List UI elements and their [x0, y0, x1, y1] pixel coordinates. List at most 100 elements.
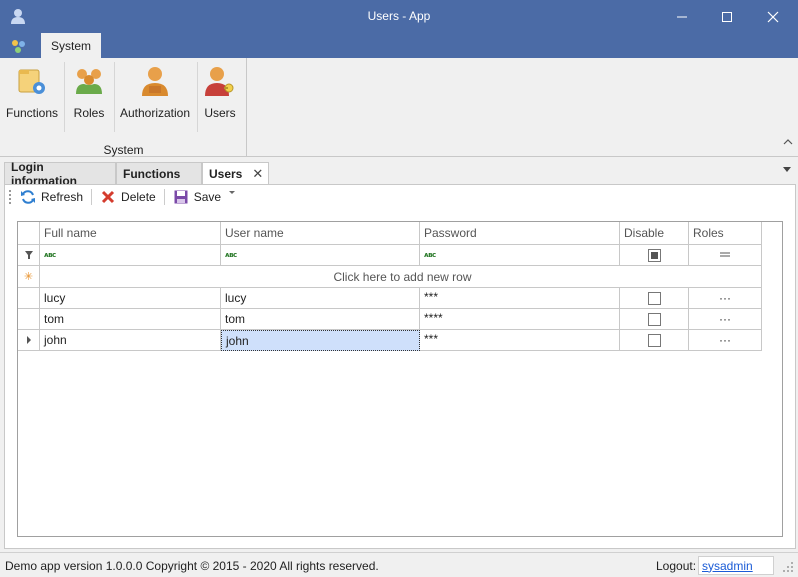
filter-row-indicator — [18, 245, 40, 266]
row-indicator[interactable] — [18, 288, 40, 309]
maximize-icon — [722, 11, 732, 22]
new-row-star-icon: ✳ — [23, 271, 34, 283]
save-label: Save — [193, 190, 222, 204]
close-button[interactable] — [750, 0, 796, 33]
indeterminate-checkbox[interactable] — [647, 248, 661, 262]
version-text: Demo app version 1.0.0.0 Copyright © 201… — [5, 559, 379, 573]
cell-disable[interactable] — [620, 330, 689, 351]
ribbon-panel: Functions Roles Authorization Users Syst… — [0, 58, 798, 157]
column-header-disable[interactable]: Disable — [620, 222, 689, 245]
cell-password[interactable]: *** — [420, 288, 620, 309]
cell-disable[interactable] — [620, 288, 689, 309]
user-key-icon — [205, 67, 234, 96]
save-dropdown-icon[interactable] — [227, 189, 243, 205]
logout-user-link[interactable]: sysadmin — [698, 556, 774, 575]
filter-password[interactable]: ᴀʙᴄ — [420, 245, 620, 266]
tab-login-information[interactable]: Login information — [4, 160, 116, 188]
title-bar: Users - App — [0, 0, 798, 33]
ribbon-group-label: System — [103, 143, 144, 157]
save-button[interactable]: Save — [173, 189, 248, 205]
user-dx-icon — [142, 67, 168, 96]
new-item-row[interactable]: ✳ Click here to add new row — [18, 266, 762, 288]
cell-roles-button[interactable]: ··· — [689, 288, 762, 309]
new-row-prompt[interactable]: Click here to add new row — [40, 266, 762, 288]
minimize-button[interactable] — [659, 0, 705, 33]
cell-user-name[interactable]: lucy — [221, 288, 420, 309]
row-indicator[interactable] — [18, 309, 40, 330]
save-icon — [174, 190, 188, 204]
text-filter-icon: ᴀʙᴄ — [44, 251, 56, 259]
delete-button[interactable]: Delete — [100, 189, 156, 205]
cell-disable[interactable] — [620, 309, 689, 330]
users-button[interactable]: Users — [202, 64, 238, 124]
filter-disable[interactable] — [620, 245, 689, 266]
row-indicator[interactable] — [18, 330, 40, 351]
focused-row-arrow-icon — [26, 336, 31, 344]
roles-button[interactable]: Roles — [70, 64, 108, 124]
cell-roles-button[interactable]: ··· — [689, 330, 762, 351]
delete-icon — [101, 190, 115, 204]
filter-row: ᴀʙᴄ ᴀʙᴄ ᴀʙᴄ — [18, 245, 762, 266]
authorization-label: Authorization — [119, 106, 191, 120]
cell-user-name-focused[interactable]: john — [221, 330, 420, 351]
column-header-user-name[interactable]: User name — [221, 222, 420, 245]
close-icon — [767, 11, 779, 22]
ribbon-tab-system[interactable]: System — [41, 33, 101, 58]
folder-gear-icon — [18, 69, 45, 94]
functions-label: Functions — [5, 106, 59, 120]
cell-user-name[interactable]: tom — [221, 309, 420, 330]
disable-checkbox[interactable] — [647, 291, 661, 305]
ribbon-group-system: Functions Roles Authorization Users Syst… — [0, 58, 247, 157]
ribbon-tab-strip: System — [0, 33, 798, 58]
equals-icon — [720, 252, 730, 257]
users-grid: Full name User name Password Disable Rol… — [17, 221, 783, 537]
refresh-label: Refresh — [41, 190, 84, 204]
resize-grip-icon[interactable] — [782, 561, 794, 573]
cell-full-name[interactable]: lucy — [40, 288, 221, 309]
column-header-roles[interactable]: Roles — [689, 222, 762, 245]
new-row-indicator: ✳ — [18, 266, 40, 288]
tab-list-dropdown-icon[interactable] — [783, 167, 792, 173]
toolbar-grip[interactable] — [9, 190, 12, 204]
cell-full-name[interactable]: john — [40, 330, 221, 351]
column-header-password[interactable]: Password — [420, 222, 620, 245]
app-menu-icon[interactable] — [8, 36, 30, 56]
filter-roles[interactable] — [689, 245, 762, 266]
document-tab-strip: Login information Functions Users ✕ — [0, 160, 798, 188]
cell-password[interactable]: **** — [420, 309, 620, 330]
filter-icon — [24, 251, 33, 259]
users-panel: Refresh Delete Save Full name User name … — [4, 184, 796, 549]
minimize-icon — [677, 16, 687, 17]
logout-label: Logout: — [656, 559, 697, 573]
disable-checkbox[interactable] — [647, 333, 661, 347]
people-group-icon — [76, 69, 102, 94]
table-row[interactable]: john john *** ··· — [18, 330, 762, 351]
grid-toolbar: Refresh Delete Save — [5, 185, 795, 209]
tab-functions[interactable]: Functions — [116, 162, 202, 184]
filter-full-name[interactable]: ᴀʙᴄ — [40, 245, 221, 266]
grid-header-row: Full name User name Password Disable Rol… — [18, 222, 762, 245]
table-row[interactable]: lucy lucy *** ··· — [18, 288, 762, 309]
close-tab-icon[interactable]: ✕ — [252, 166, 263, 182]
table-row[interactable]: tom tom **** ··· — [18, 309, 762, 330]
cell-roles-button[interactable]: ··· — [689, 309, 762, 330]
roles-label: Roles — [73, 106, 105, 120]
row-indicator-header — [18, 222, 40, 245]
users-label: Users — [204, 106, 236, 120]
disable-checkbox[interactable] — [647, 312, 661, 326]
cell-full-name[interactable]: tom — [40, 309, 221, 330]
maximize-button[interactable] — [704, 0, 750, 33]
status-bar: Demo app version 1.0.0.0 Copyright © 201… — [0, 552, 798, 577]
collapse-ribbon-icon[interactable] — [783, 138, 793, 146]
filter-user-name[interactable]: ᴀʙᴄ — [221, 245, 420, 266]
text-filter-icon: ᴀʙᴄ — [424, 251, 436, 259]
authorization-button[interactable]: Authorization — [120, 64, 190, 124]
tab-users[interactable]: Users ✕ — [202, 162, 269, 184]
refresh-button[interactable]: Refresh — [20, 189, 83, 205]
text-filter-icon: ᴀʙᴄ — [225, 251, 237, 259]
functions-button[interactable]: Functions — [6, 64, 58, 124]
delete-label: Delete — [121, 190, 156, 204]
column-header-full-name[interactable]: Full name — [40, 222, 221, 245]
cell-password[interactable]: *** — [420, 330, 620, 351]
refresh-icon — [21, 190, 35, 204]
